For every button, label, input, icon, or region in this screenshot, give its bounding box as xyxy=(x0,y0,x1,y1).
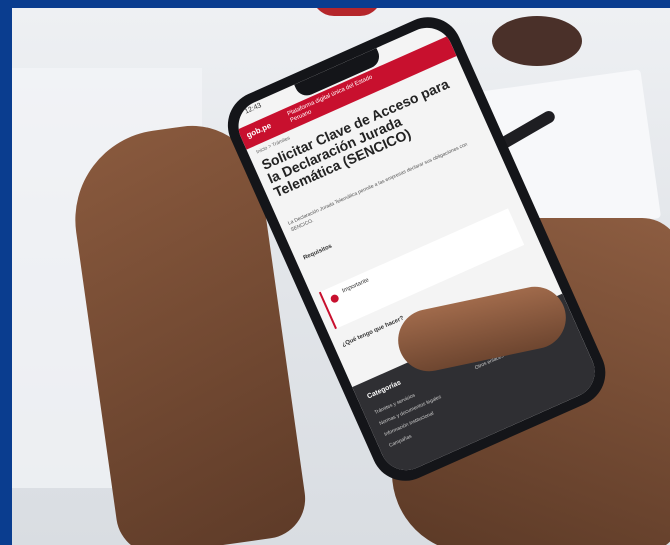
status-time: 12:43 xyxy=(243,102,263,116)
seal-emblem xyxy=(312,8,382,16)
alert-title: Importante xyxy=(341,277,371,295)
blue-frame: 12:43 gob.pe Plataforma digital única de… xyxy=(0,0,670,545)
section-heading: Requisitos xyxy=(302,243,334,262)
stamp-object xyxy=(492,16,582,66)
warning-icon xyxy=(329,293,340,304)
footer-heading: Categorías xyxy=(366,379,403,401)
footer-link[interactable]: Campañas xyxy=(388,434,413,449)
site-logo[interactable]: gob.pe xyxy=(245,121,273,140)
photo: 12:43 gob.pe Plataforma digital única de… xyxy=(12,8,670,545)
